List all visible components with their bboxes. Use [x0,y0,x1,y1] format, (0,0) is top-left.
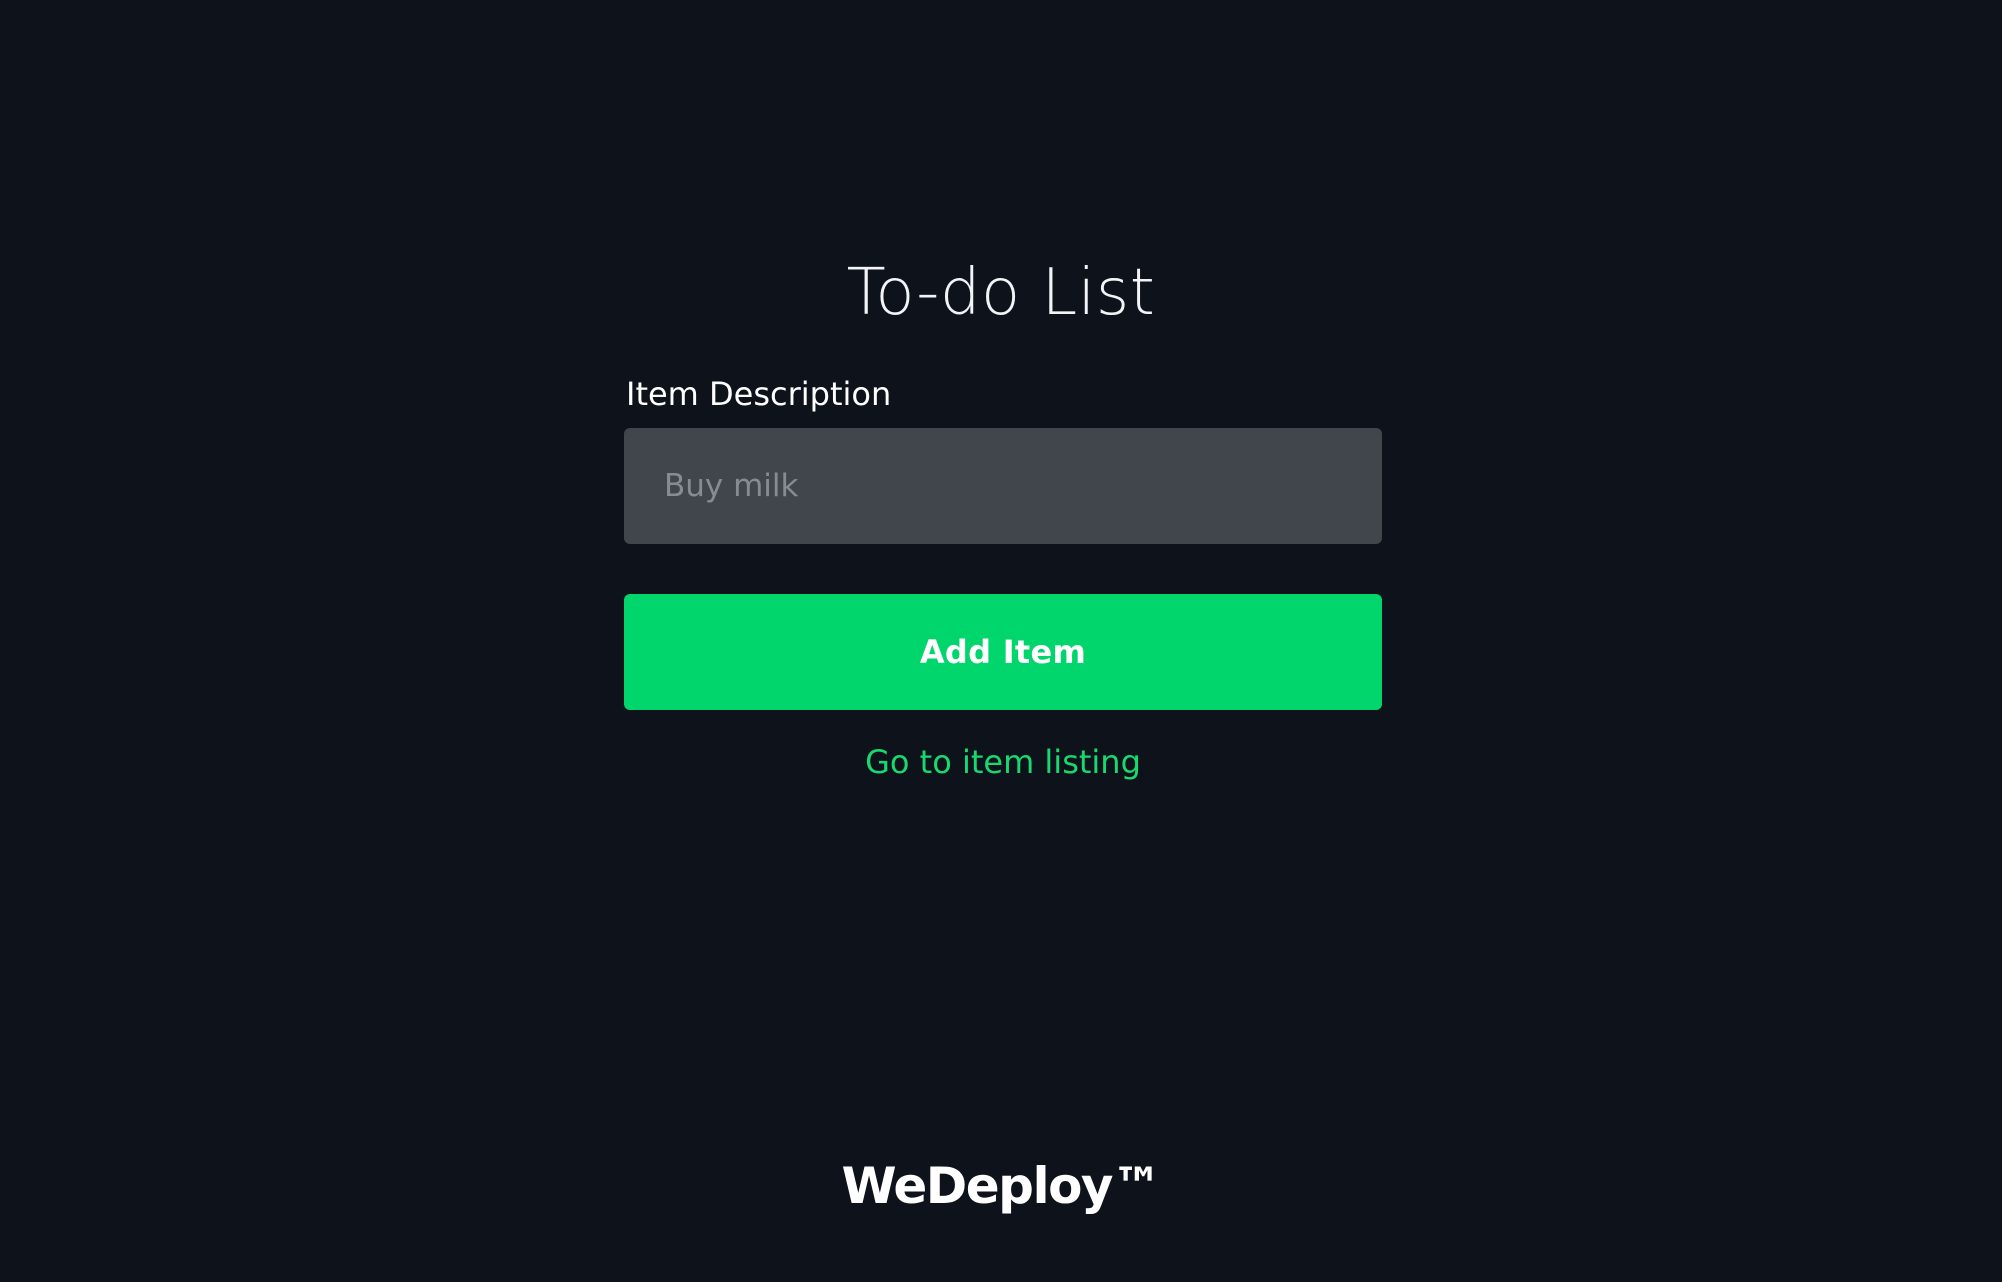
item-listing-link[interactable]: Go to item listing [624,740,1382,784]
wedeploy-logo: WeDeploy™ [841,1157,1162,1215]
item-description-label: Item Description [626,375,892,413]
add-item-button[interactable]: Add Item [624,594,1382,710]
page-title: To-do List [846,256,1156,330]
page: To-do List Item Description Add Item Go … [0,0,2002,1282]
item-description-input[interactable] [624,428,1382,544]
add-item-form: Item Description Add Item Go to item lis… [624,372,1382,784]
